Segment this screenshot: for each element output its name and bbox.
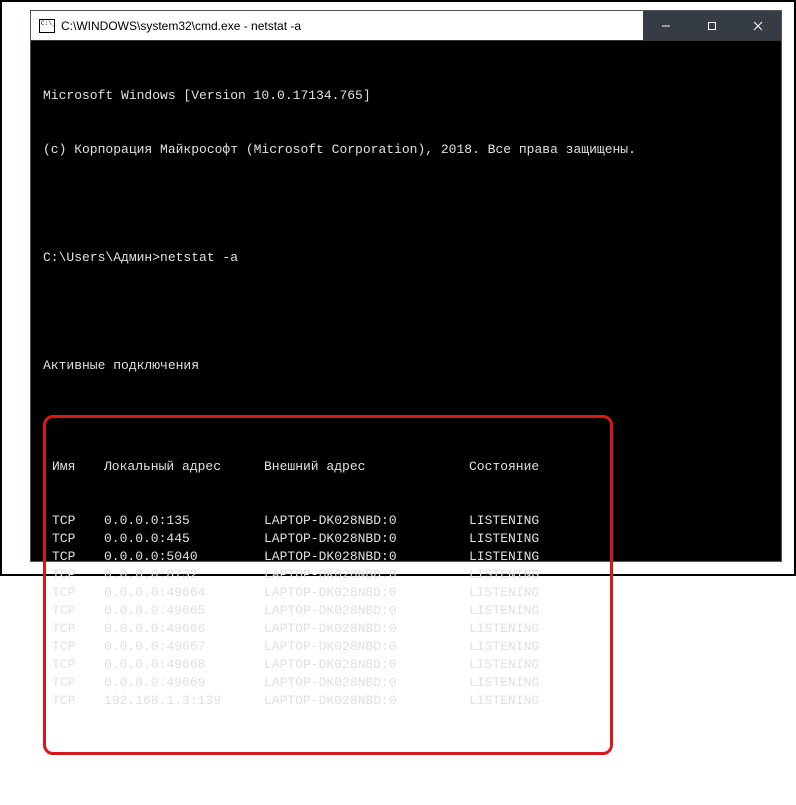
table-row: TCP0.0.0.0:49669LAPTOP-DK028NBD:0LISTENI… bbox=[52, 674, 604, 692]
header-local: Локальный адрес bbox=[104, 458, 264, 476]
cell-remote-address: LAPTOP-DK028NBD:0 bbox=[264, 620, 469, 638]
cell-state: LISTENING bbox=[469, 692, 604, 710]
cell-remote-address: LAPTOP-DK028NBD:0 bbox=[264, 602, 469, 620]
cell-state: LISTENING bbox=[469, 656, 604, 674]
blank-line bbox=[43, 195, 769, 213]
cell-remote-address: LAPTOP-DK028NBD:0 bbox=[264, 638, 469, 656]
cell-proto: TCP bbox=[52, 602, 104, 620]
table-row: TCP0.0.0.0:5040LAPTOP-DK028NBD:0LISTENIN… bbox=[52, 548, 604, 566]
cell-remote-address: LAPTOP-DK028NBD:0 bbox=[264, 530, 469, 548]
table-row: TCP0.0.0.0:8732LAPTOP-DK028NBD:0LISTENIN… bbox=[52, 566, 604, 584]
cell-proto: TCP bbox=[52, 674, 104, 692]
cell-local-address: 0.0.0.0:135 bbox=[104, 512, 264, 530]
table-row: TCP192.168.1.3:139LAPTOP-DK028NBD:0LISTE… bbox=[52, 692, 604, 710]
window-controls bbox=[643, 11, 781, 40]
minimize-icon bbox=[661, 21, 671, 31]
cell-state: LISTENING bbox=[469, 566, 604, 584]
table-body: TCP0.0.0.0:135LAPTOP-DK028NBD:0LISTENING… bbox=[52, 512, 604, 710]
close-button[interactable] bbox=[735, 11, 781, 40]
prompt-line: C:\Users\Админ>netstat -a bbox=[43, 249, 769, 267]
cell-local-address: 0.0.0.0:8732 bbox=[104, 566, 264, 584]
cell-proto: TCP bbox=[52, 692, 104, 710]
cell-state: LISTENING bbox=[469, 602, 604, 620]
maximize-button[interactable] bbox=[689, 11, 735, 40]
table-header-row: Имя Локальный адрес Внешний адрес Состоя… bbox=[52, 458, 604, 476]
cell-remote-address: LAPTOP-DK028NBD:0 bbox=[264, 584, 469, 602]
cell-remote-address: LAPTOP-DK028NBD:0 bbox=[264, 548, 469, 566]
cell-state: LISTENING bbox=[469, 512, 604, 530]
table-row: TCP0.0.0.0:445LAPTOP-DK028NBD:0LISTENING bbox=[52, 530, 604, 548]
section-title: Активные подключения bbox=[43, 357, 769, 375]
cell-proto: TCP bbox=[52, 566, 104, 584]
cell-proto: TCP bbox=[52, 584, 104, 602]
cell-proto: TCP bbox=[52, 512, 104, 530]
titlebar[interactable]: C:\WINDOWS\system32\cmd.exe - netstat -a bbox=[31, 11, 781, 41]
cell-local-address: 0.0.0.0:5040 bbox=[104, 548, 264, 566]
blank-line bbox=[43, 303, 769, 321]
table-row: TCP0.0.0.0:49666LAPTOP-DK028NBD:0LISTENI… bbox=[52, 620, 604, 638]
banner-line-2: (c) Корпорация Майкрософт (Microsoft Cor… bbox=[43, 141, 769, 159]
cell-state: LISTENING bbox=[469, 638, 604, 656]
window-title: C:\WINDOWS\system32\cmd.exe - netstat -a bbox=[61, 19, 643, 33]
cell-proto: TCP bbox=[52, 638, 104, 656]
header-proto: Имя bbox=[52, 458, 104, 476]
table-row: TCP0.0.0.0:135LAPTOP-DK028NBD:0LISTENING bbox=[52, 512, 604, 530]
cell-state: LISTENING bbox=[469, 620, 604, 638]
cell-proto: TCP bbox=[52, 548, 104, 566]
cell-local-address: 0.0.0.0:49665 bbox=[104, 602, 264, 620]
cell-local-address: 0.0.0.0:445 bbox=[104, 530, 264, 548]
cell-state: LISTENING bbox=[469, 548, 604, 566]
cell-local-address: 0.0.0.0:49669 bbox=[104, 674, 264, 692]
cell-local-address: 0.0.0.0:49664 bbox=[104, 584, 264, 602]
cell-state: LISTENING bbox=[469, 530, 604, 548]
cell-proto: TCP bbox=[52, 656, 104, 674]
banner-line-1: Microsoft Windows [Version 10.0.17134.76… bbox=[43, 87, 769, 105]
header-remote: Внешний адрес bbox=[264, 458, 469, 476]
cell-local-address: 192.168.1.3:139 bbox=[104, 692, 264, 710]
cell-remote-address: LAPTOP-DK028NBD:0 bbox=[264, 566, 469, 584]
cell-remote-address: LAPTOP-DK028NBD:0 bbox=[264, 692, 469, 710]
cmd-icon bbox=[39, 19, 55, 33]
cell-local-address: 0.0.0.0:49667 bbox=[104, 638, 264, 656]
cell-proto: TCP bbox=[52, 530, 104, 548]
table-row: TCP0.0.0.0:49664LAPTOP-DK028NBD:0LISTENI… bbox=[52, 584, 604, 602]
cell-remote-address: LAPTOP-DK028NBD:0 bbox=[264, 656, 469, 674]
highlight-annotation: Имя Локальный адрес Внешний адрес Состоя… bbox=[43, 415, 613, 755]
cell-local-address: 0.0.0.0:49668 bbox=[104, 656, 264, 674]
table-row: TCP0.0.0.0:49667LAPTOP-DK028NBD:0LISTENI… bbox=[52, 638, 604, 656]
table-row: TCP0.0.0.0:49668LAPTOP-DK028NBD:0LISTENI… bbox=[52, 656, 604, 674]
header-state: Состояние bbox=[469, 458, 604, 476]
close-icon bbox=[753, 21, 763, 31]
terminal-output[interactable]: Microsoft Windows [Version 10.0.17134.76… bbox=[31, 41, 781, 805]
cell-state: LISTENING bbox=[469, 584, 604, 602]
cell-proto: TCP bbox=[52, 620, 104, 638]
maximize-icon bbox=[707, 21, 717, 31]
table-row: TCP0.0.0.0:49665LAPTOP-DK028NBD:0LISTENI… bbox=[52, 602, 604, 620]
cell-remote-address: LAPTOP-DK028NBD:0 bbox=[264, 674, 469, 692]
minimize-button[interactable] bbox=[643, 11, 689, 40]
cell-remote-address: LAPTOP-DK028NBD:0 bbox=[264, 512, 469, 530]
cell-local-address: 0.0.0.0:49666 bbox=[104, 620, 264, 638]
screenshot-frame: C:\WINDOWS\system32\cmd.exe - netstat -a… bbox=[0, 0, 796, 576]
cell-state: LISTENING bbox=[469, 674, 604, 692]
cmd-window: C:\WINDOWS\system32\cmd.exe - netstat -a… bbox=[30, 10, 782, 562]
